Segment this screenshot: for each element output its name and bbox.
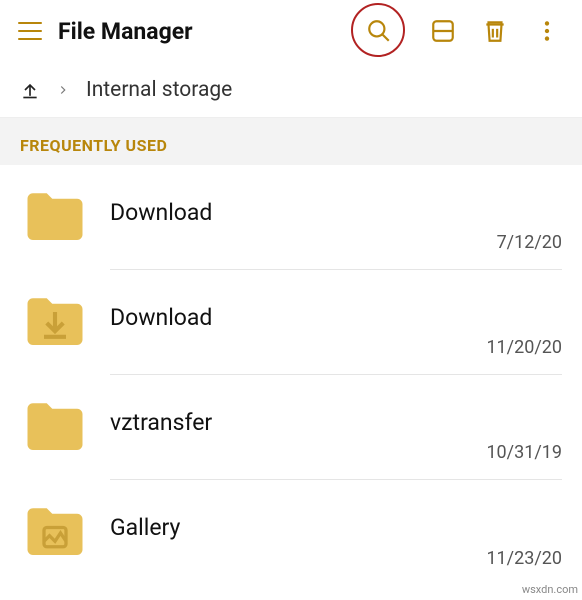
item-date: 10/31/19 bbox=[486, 442, 562, 463]
item-name: Download bbox=[110, 304, 562, 331]
folder-download-icon bbox=[0, 295, 110, 351]
chevron-right-icon bbox=[56, 83, 70, 97]
file-list: Download 7/12/20 Download 11/20/20 bbox=[0, 165, 582, 585]
item-name: vztransfer bbox=[110, 409, 562, 436]
breadcrumb-location[interactable]: Internal storage bbox=[86, 78, 232, 102]
toolbar bbox=[352, 4, 572, 58]
view-toggle-icon[interactable] bbox=[428, 16, 458, 46]
list-item[interactable]: vztransfer 10/31/19 bbox=[0, 375, 582, 480]
top-bar: File Manager bbox=[0, 0, 582, 62]
folder-icon bbox=[0, 190, 110, 246]
folder-image-icon bbox=[0, 505, 110, 561]
list-item[interactable]: Gallery 11/23/20 bbox=[0, 480, 582, 585]
section-header: FREQUENTLY USED bbox=[0, 118, 582, 165]
list-item[interactable]: Download 11/20/20 bbox=[0, 270, 582, 375]
menu-icon[interactable] bbox=[10, 11, 50, 51]
highlight-ring bbox=[351, 3, 405, 57]
up-icon[interactable] bbox=[20, 80, 40, 100]
search-button[interactable] bbox=[352, 4, 406, 58]
item-name: Download bbox=[110, 199, 562, 226]
breadcrumb: Internal storage bbox=[0, 62, 582, 118]
watermark: wsxdn.com bbox=[522, 583, 578, 596]
list-item[interactable]: Download 7/12/20 bbox=[0, 165, 582, 270]
trash-icon[interactable] bbox=[480, 16, 510, 46]
item-date: 7/12/20 bbox=[497, 232, 562, 253]
folder-icon bbox=[0, 400, 110, 456]
app-title: File Manager bbox=[58, 18, 352, 45]
item-date: 11/20/20 bbox=[486, 337, 562, 358]
item-name: Gallery bbox=[110, 514, 562, 541]
more-icon[interactable] bbox=[532, 16, 562, 46]
item-date: 11/23/20 bbox=[486, 548, 562, 569]
